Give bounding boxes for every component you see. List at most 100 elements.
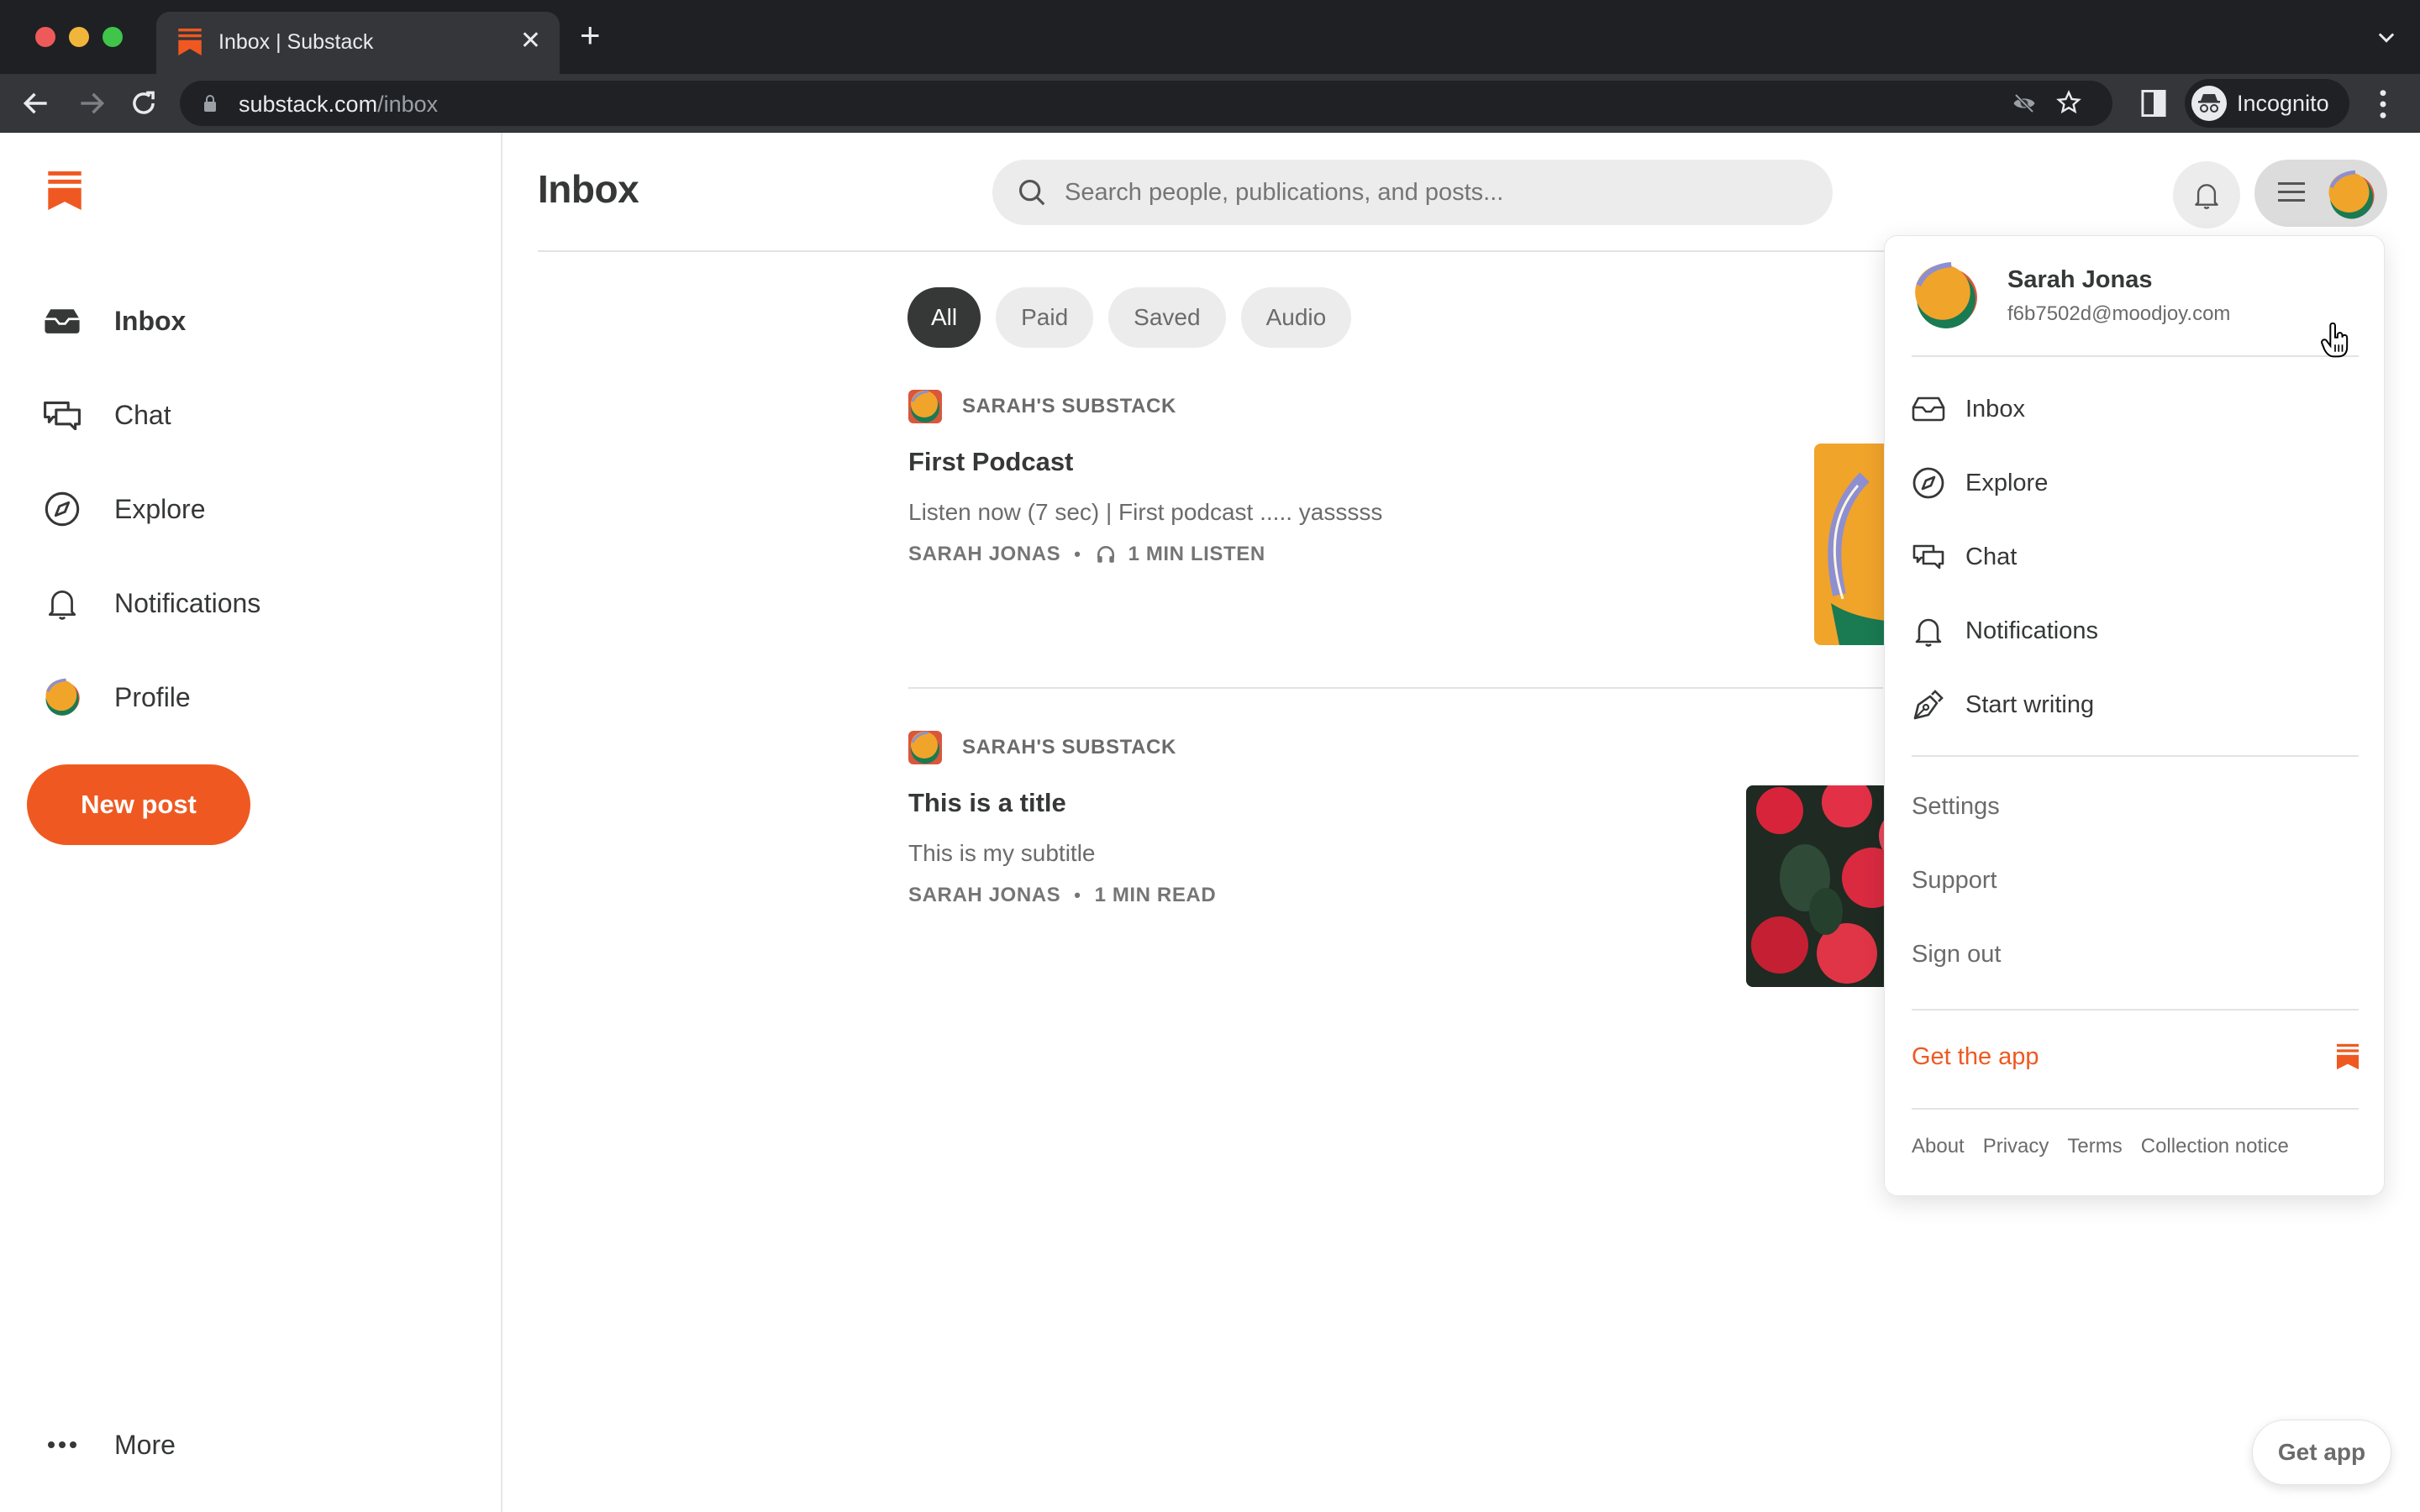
menu-item-get-the-app[interactable]: Get the app [1912, 1036, 2359, 1078]
post-title[interactable]: This is a title [908, 788, 1883, 818]
new-tab-button[interactable]: + [580, 18, 601, 53]
menu-item-settings[interactable]: Settings [1912, 785, 2000, 827]
sidebar-item-inbox[interactable]: Inbox [39, 287, 459, 354]
inbox-icon [39, 297, 86, 344]
notifications-button[interactable] [2173, 161, 2240, 228]
menu-item-notifications[interactable]: Notifications [1912, 604, 2357, 658]
incognito-label: Incognito [2237, 91, 2329, 116]
account-dropdown-menu: Sarah Jonas f6b7502d@moodjoy.com Inbox E… [1884, 235, 2385, 1196]
sidebar-item-chat[interactable]: Chat [39, 381, 459, 449]
menu-divider [1912, 355, 2359, 357]
search-bar[interactable] [992, 160, 1833, 225]
footer-link-about[interactable]: About [1912, 1135, 1965, 1158]
menu-footer-links: About Privacy Terms Collection notice [1912, 1135, 2289, 1158]
minimize-window-button[interactable] [69, 27, 89, 47]
sidebar-item-label: Notifications [114, 587, 261, 618]
url-text: substack.com/inbox [239, 92, 439, 117]
filter-saved[interactable]: Saved [1108, 287, 1226, 348]
substack-favicon-icon [178, 29, 202, 55]
compass-icon [1912, 467, 1944, 499]
inbox-icon [1912, 396, 1945, 422]
browser-tab[interactable]: Inbox | Substack ✕ [156, 12, 560, 74]
avatar [2328, 170, 2375, 219]
menu-item-label: Chat [1965, 543, 2018, 570]
new-post-button[interactable]: New post [27, 764, 250, 845]
address-bar[interactable]: substack.com/inbox [180, 81, 2112, 126]
sidebar-item-label: More [114, 1429, 176, 1460]
post-subtitle: This is my subtitle [908, 840, 1096, 866]
forward-icon[interactable] [76, 87, 108, 119]
menu-item-start-writing[interactable]: Start writing [1912, 678, 2357, 732]
menu-item-label: Inbox [1965, 395, 2025, 423]
back-icon[interactable] [20, 87, 52, 119]
sidebar-item-more[interactable]: More [39, 1411, 176, 1478]
publication-row[interactable]: SARAH'S SUBSTACK [908, 388, 1883, 425]
bookmark-star-icon[interactable] [2055, 89, 2082, 116]
menu-item-label: Start writing [1965, 690, 2095, 718]
sidebar-item-label: Profile [114, 681, 191, 712]
publication-row[interactable]: SARAH'S SUBSTACK [908, 729, 1883, 766]
footer-link-collection-notice[interactable]: Collection notice [2141, 1135, 2289, 1158]
sidebar-item-label: Explore [114, 493, 206, 524]
header-divider [538, 250, 1884, 252]
avatar [39, 674, 86, 721]
filter-all[interactable]: All [908, 287, 981, 348]
reload-icon[interactable] [128, 87, 160, 119]
dropdown-user-header[interactable]: Sarah Jonas f6b7502d@moodjoy.com [1910, 261, 2230, 330]
menu-item-explore[interactable]: Explore [1912, 456, 2357, 510]
chevron-down-icon[interactable] [2375, 25, 2398, 49]
publication-name: SARAH'S SUBSTACK [962, 736, 1176, 759]
menu-divider [1912, 1108, 2359, 1110]
get-the-app-label: Get the app [1912, 1043, 2039, 1070]
bell-icon [39, 580, 86, 627]
separator-dot: • [1074, 885, 1081, 906]
separator-dot: • [1074, 543, 1081, 564]
filter-audio[interactable]: Audio [1240, 287, 1352, 348]
post-item[interactable]: SARAH'S SUBSTACK First Podcast Listen no… [908, 388, 1883, 566]
menu-item-inbox[interactable]: Inbox [1912, 382, 2357, 436]
hamburger-icon [2278, 182, 2305, 202]
user-name: Sarah Jonas [2007, 265, 2153, 293]
eye-off-icon[interactable] [2012, 91, 2037, 116]
sidebar-item-notifications[interactable]: Notifications [39, 570, 459, 637]
account-menu-button[interactable] [2254, 160, 2387, 227]
post-meta: SARAH JONAS • 1 MIN LISTEN [908, 543, 1883, 566]
filter-paid[interactable]: Paid [996, 287, 1094, 348]
side-panel-icon[interactable] [2141, 90, 2166, 117]
maximize-window-button[interactable] [103, 27, 123, 47]
browser-tab-bar: Inbox | Substack ✕ + [0, 0, 2420, 74]
substack-logo-icon [2337, 1043, 2359, 1070]
menu-item-chat[interactable]: Chat [1912, 530, 2357, 584]
post-title[interactable]: First Podcast [908, 447, 1883, 477]
menu-item-sign-out[interactable]: Sign out [1912, 933, 2001, 975]
incognito-icon [2191, 86, 2227, 121]
footer-link-terms[interactable]: Terms [2067, 1135, 2122, 1158]
chat-icon [39, 391, 86, 438]
sidebar-item-label: Inbox [114, 305, 187, 336]
substack-page: Inbox Chat Explore Notifications Profile [0, 133, 2420, 1512]
close-window-button[interactable] [35, 27, 55, 47]
sidebar-item-profile[interactable]: Profile [39, 664, 459, 731]
post-author[interactable]: SARAH JONAS [908, 884, 1060, 907]
get-app-button[interactable]: Get app [2252, 1420, 2391, 1485]
chat-icon [1912, 544, 1944, 570]
menu-divider [1912, 755, 2359, 757]
substack-logo-icon[interactable] [47, 171, 82, 210]
post-author[interactable]: SARAH JONAS [908, 543, 1060, 566]
bell-icon [1915, 618, 1942, 647]
post-item[interactable]: SARAH'S SUBSTACK This is a title This is… [908, 729, 1883, 907]
browser-toolbar: substack.com/inbox Incognito [0, 74, 2420, 133]
sidebar-item-explore[interactable]: Explore [39, 475, 459, 543]
bell-icon [2195, 184, 2218, 209]
lock-icon [204, 95, 216, 112]
menu-divider [1912, 1009, 2359, 1011]
menu-item-support[interactable]: Support [1912, 859, 1997, 901]
incognito-profile-button[interactable]: Incognito [2185, 79, 2349, 128]
browser-menu-icon[interactable] [2373, 87, 2393, 121]
close-tab-icon[interactable]: ✕ [520, 27, 541, 55]
avatar [1915, 262, 1977, 328]
headphones-icon [1097, 546, 1114, 563]
menu-item-label: Notifications [1965, 617, 2098, 644]
footer-link-privacy[interactable]: Privacy [1983, 1135, 2049, 1158]
search-input[interactable] [1065, 178, 1804, 207]
